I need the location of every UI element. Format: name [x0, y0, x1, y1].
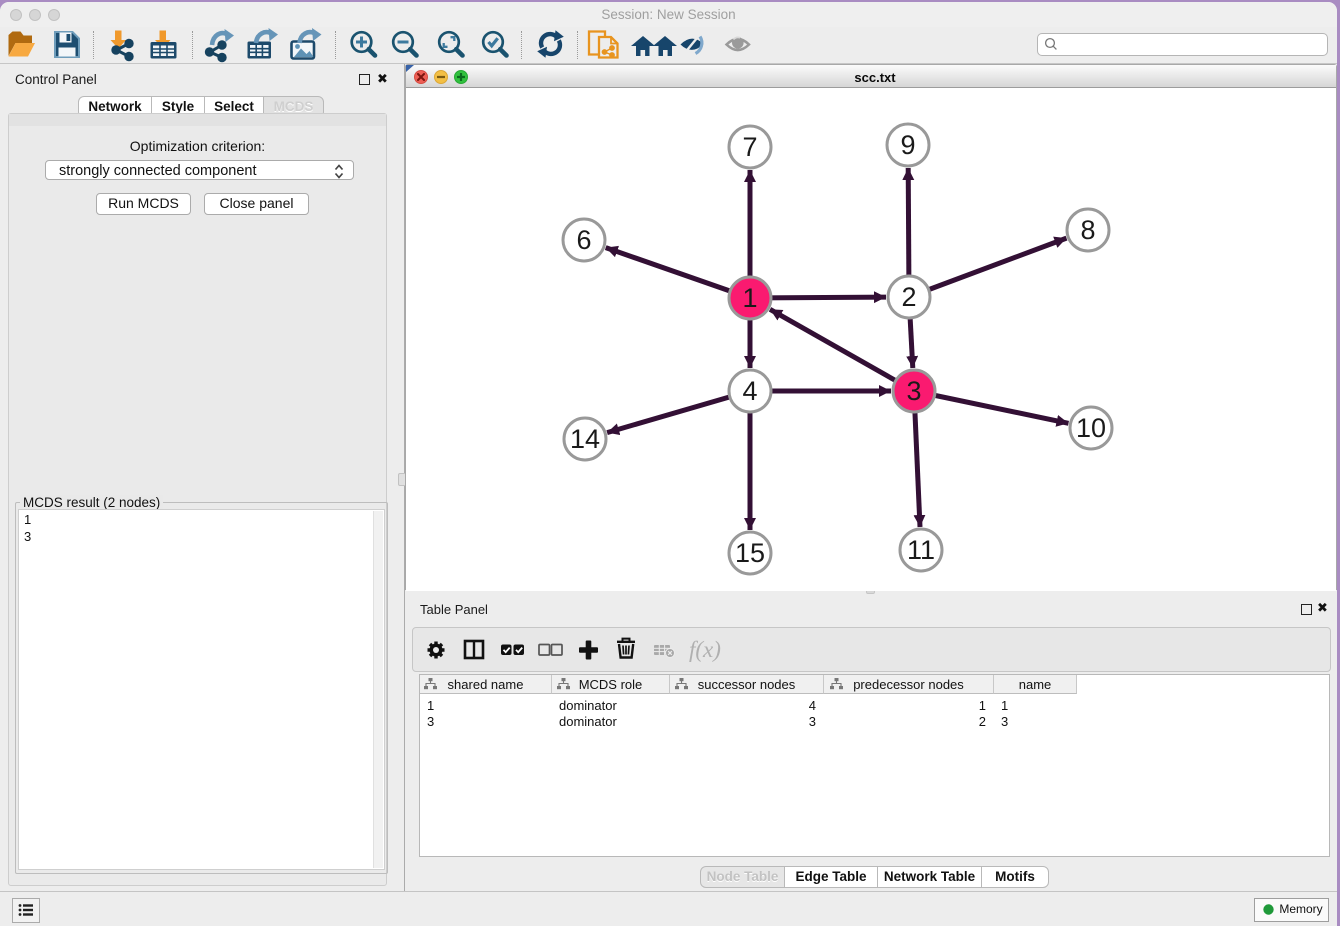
svg-text:1: 1 [742, 283, 757, 313]
svg-text:9: 9 [900, 130, 915, 160]
svg-text:11: 11 [907, 535, 935, 565]
svg-text:2: 2 [901, 282, 916, 312]
svg-text:8: 8 [1080, 215, 1095, 245]
svg-text:10: 10 [1076, 413, 1106, 443]
svg-text:6: 6 [576, 225, 591, 255]
svg-text:15: 15 [735, 538, 765, 568]
svg-text:4: 4 [742, 376, 757, 406]
svg-text:14: 14 [570, 424, 600, 454]
svg-text:7: 7 [742, 132, 757, 162]
svg-text:3: 3 [906, 376, 921, 406]
svg-text:f(x): f(x) [689, 637, 721, 662]
